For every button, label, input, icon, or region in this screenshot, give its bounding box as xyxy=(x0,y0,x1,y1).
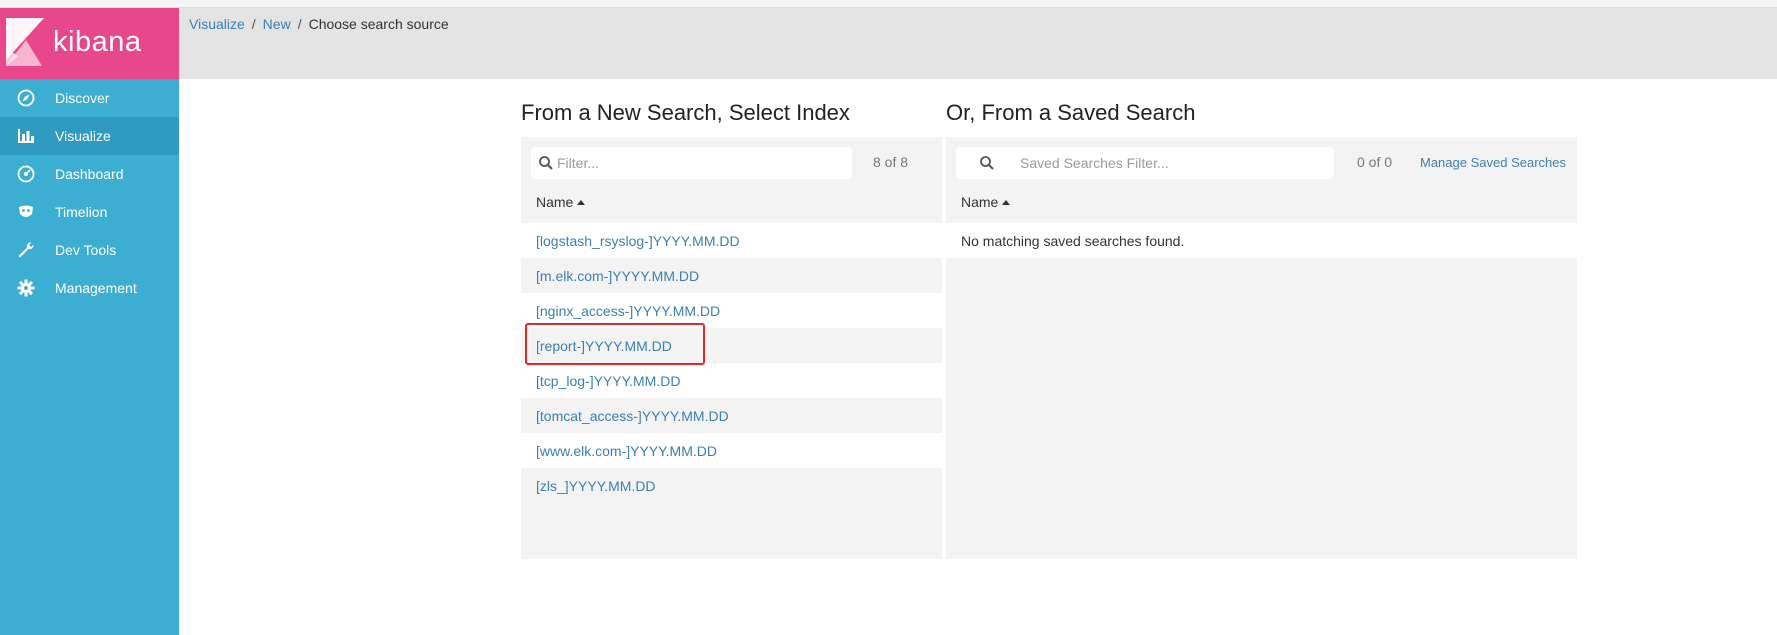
sidebar-item-dashboard[interactable]: Dashboard xyxy=(0,155,179,193)
search-icon xyxy=(979,155,995,174)
saved-search-title: Or, From a Saved Search xyxy=(946,100,1196,125)
sidebar-nav: Discover Visualize Dashboard Timelion De… xyxy=(0,79,179,307)
saved-search-panel: 0 of 0 Manage Saved Searches Name No mat… xyxy=(946,137,1577,559)
sidebar-item-label: Management xyxy=(55,280,137,296)
breadcrumb-separator: / xyxy=(297,16,302,32)
list-item: [www.elk.com-]YYYY.MM.DD xyxy=(521,433,942,468)
sidebar-item-label: Visualize xyxy=(55,128,111,144)
sidebar-item-label: Dashboard xyxy=(55,166,124,182)
gear-icon xyxy=(16,278,36,298)
top-bar: Visualize / New / Choose search source xyxy=(179,8,1777,79)
saved-search-count: 0 of 0 xyxy=(1357,154,1393,170)
sidebar-item-discover[interactable]: Discover xyxy=(0,79,179,117)
search-icon xyxy=(538,155,554,174)
index-name-column-header[interactable]: Name xyxy=(536,194,586,210)
index-count: 8 of 8 xyxy=(873,154,909,170)
sidebar-item-dev-tools[interactable]: Dev Tools xyxy=(0,231,179,269)
breadcrumb: Visualize / New / Choose search source xyxy=(189,16,449,32)
sort-ascending-icon xyxy=(1002,199,1011,205)
index-pattern-link[interactable]: [logstash_rsyslog-]YYYY.MM.DD xyxy=(536,233,740,249)
timelion-mask-icon xyxy=(16,202,36,222)
sort-ascending-icon xyxy=(577,199,586,205)
saved-search-filter-input[interactable] xyxy=(1020,147,1325,179)
saved-search-name-column-header[interactable]: Name xyxy=(961,194,1011,210)
index-pattern-link[interactable]: [nginx_access-]YYYY.MM.DD xyxy=(536,303,720,319)
index-filter-box xyxy=(531,147,852,179)
new-search-title: From a New Search, Select Index xyxy=(521,100,850,125)
kibana-logo[interactable]: kibana xyxy=(0,8,179,79)
list-item: [logstash_rsyslog-]YYYY.MM.DD xyxy=(521,223,942,258)
sidebar-item-visualize[interactable]: Visualize xyxy=(0,117,179,155)
no-saved-searches-message: No matching saved searches found. xyxy=(946,223,1577,258)
sidebar: kibana Discover Visualize Dashboard Time… xyxy=(0,8,179,635)
browser-top-edge xyxy=(0,0,1777,8)
sidebar-item-label: Discover xyxy=(55,90,110,106)
index-filter-input[interactable] xyxy=(557,147,847,179)
sidebar-item-management[interactable]: Management xyxy=(0,269,179,307)
breadcrumb-new-link[interactable]: New xyxy=(263,16,291,32)
kibana-logo-icon xyxy=(6,18,44,66)
breadcrumb-visualize-link[interactable]: Visualize xyxy=(189,16,245,32)
index-pattern-link[interactable]: [tcp_log-]YYYY.MM.DD xyxy=(536,373,680,389)
column-header-label: Name xyxy=(961,194,999,210)
sidebar-item-label: Timelion xyxy=(55,204,108,220)
list-item: [m.elk.com-]YYYY.MM.DD xyxy=(521,258,942,293)
list-item: [tcp_log-]YYYY.MM.DD xyxy=(521,363,942,398)
compass-icon xyxy=(16,88,36,108)
index-pattern-link[interactable]: [tomcat_access-]YYYY.MM.DD xyxy=(536,408,729,424)
manage-saved-searches-link[interactable]: Manage Saved Searches xyxy=(1420,155,1566,170)
index-pattern-link[interactable]: [m.elk.com-]YYYY.MM.DD xyxy=(536,268,699,284)
list-item: [tomcat_access-]YYYY.MM.DD xyxy=(521,398,942,433)
sidebar-item-timelion[interactable]: Timelion xyxy=(0,193,179,231)
column-header-label: Name xyxy=(536,194,574,210)
sidebar-item-label: Dev Tools xyxy=(55,242,117,258)
saved-search-filter-box xyxy=(956,147,1334,179)
highlight-annotation-box xyxy=(525,323,705,365)
breadcrumb-current: Choose search source xyxy=(308,16,449,32)
index-pattern-link[interactable]: [zls_]YYYY.MM.DD xyxy=(536,478,656,494)
app-name: kibana xyxy=(53,26,142,58)
list-item: [zls_]YYYY.MM.DD xyxy=(521,468,942,503)
bar-chart-icon xyxy=(16,126,36,146)
breadcrumb-separator: / xyxy=(251,16,256,32)
dashboard-gauge-icon xyxy=(16,164,36,184)
index-pattern-link[interactable]: [www.elk.com-]YYYY.MM.DD xyxy=(536,443,717,459)
wrench-icon xyxy=(16,240,36,260)
